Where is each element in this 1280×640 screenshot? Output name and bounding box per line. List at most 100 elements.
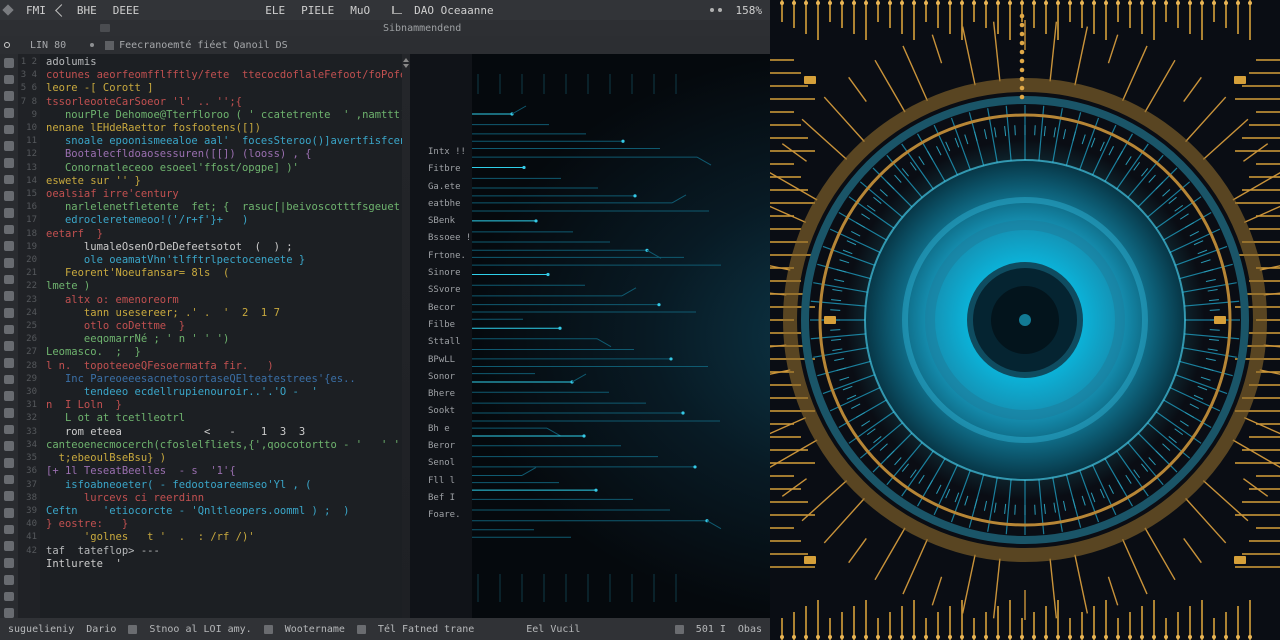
outline-item[interactable]: Sttall: [428, 334, 472, 351]
tab-icon[interactable]: [100, 24, 110, 32]
status-item[interactable]: suguelieniy: [8, 624, 74, 635]
code-line: Conornatleceoo esoeel'ffost/opgpe] )': [46, 162, 398, 175]
heart-icon[interactable]: [4, 575, 14, 585]
shield-icon[interactable]: [4, 225, 14, 235]
debug-icon[interactable]: [4, 125, 14, 135]
line-number-gutter: 1 2 3 4 5 6 7 8 9 10 11 12 13 14 15 16 1…: [18, 54, 40, 618]
code-line: eetarf }: [46, 228, 398, 241]
refresh-icon[interactable]: [4, 375, 14, 385]
window-controls[interactable]: [710, 8, 722, 12]
database-icon[interactable]: [4, 341, 14, 351]
files-icon[interactable]: [4, 75, 14, 85]
outline-item[interactable]: Fitbre: [428, 161, 472, 178]
flag-icon[interactable]: [4, 541, 14, 551]
status-item[interactable]: Tél Fatned trane: [378, 624, 474, 635]
zoom-level[interactable]: 158%: [736, 4, 763, 17]
upload-icon[interactable]: [4, 408, 14, 418]
app-icon[interactable]: [2, 4, 13, 15]
outline-item[interactable]: Sonor: [428, 369, 472, 386]
tag-icon[interactable]: [4, 308, 14, 318]
code-line: snoale epoonismeealoe aal' focesSteroo()…: [46, 135, 398, 148]
outline-item[interactable]: Beror: [428, 438, 472, 455]
bookmark-icon[interactable]: [4, 325, 14, 335]
outline-item[interactable]: Sinore: [428, 265, 472, 282]
outline-item[interactable]: Foare.: [428, 507, 472, 524]
status-item[interactable]: Stnoo al LOI amy.: [149, 624, 251, 635]
status-bar: suguelieniy Dario Stnoo al LOI amy. Woot…: [0, 618, 770, 640]
code-line: t;ebeoulBseBsu} ): [46, 452, 398, 465]
outline-item[interactable]: Intx !!: [428, 144, 472, 161]
menu-item[interactable]: ELE: [265, 4, 285, 17]
image-icon[interactable]: [4, 491, 14, 501]
chevron-left-icon[interactable]: [55, 4, 68, 17]
line-col-indicator[interactable]: LIN 80: [30, 40, 66, 51]
status-icon: [264, 625, 273, 634]
square-icon[interactable]: [4, 175, 14, 185]
outline-panel[interactable]: Intx !!FitbreGa.eteeatbheSBenkBssoee !Fr…: [410, 54, 472, 618]
play-icon[interactable]: [4, 191, 14, 201]
code-editor[interactable]: adolumiscotunes aeorfeomfflfftly/fete tt…: [40, 54, 402, 618]
lock-icon[interactable]: [4, 425, 14, 435]
user-icon[interactable]: [4, 275, 14, 285]
outline-item[interactable]: Bhere: [428, 386, 472, 403]
outline-item[interactable]: Bh e: [428, 421, 472, 438]
breadcrumb: LIN 80 Feecranoemté fiéet Qanoil DS: [0, 36, 770, 54]
status-item[interactable]: Eel Vucil: [526, 624, 580, 635]
circle-icon[interactable]: [4, 158, 14, 168]
star-icon[interactable]: [4, 558, 14, 568]
sub-label: Sibnammendend: [383, 23, 461, 34]
menu-item[interactable]: PIELE: [301, 4, 334, 17]
outline-item[interactable]: Bssoee !: [428, 230, 472, 247]
outline-item[interactable]: Frtone.: [428, 248, 472, 265]
outline-item[interactable]: Becor: [428, 300, 472, 317]
menu-item[interactable]: FMI: [26, 4, 46, 17]
menu-item[interactable]: BHE: [77, 4, 97, 17]
folder-icon[interactable]: [4, 458, 14, 468]
clock-icon[interactable]: [4, 291, 14, 301]
minimap[interactable]: [402, 54, 410, 618]
menu-icon[interactable]: [4, 58, 14, 68]
code-line: isfoabneoeter( - fedootoareemseo'Yl , (: [46, 479, 398, 492]
link-icon[interactable]: [4, 358, 14, 368]
code-line: ole oeamatVhn'tlfftrlpectoceneete }: [46, 254, 398, 267]
outline-item[interactable]: eatbhe: [428, 196, 472, 213]
menu-item[interactable]: MuO: [350, 4, 370, 17]
terminal-icon[interactable]: [4, 241, 14, 251]
key-icon[interactable]: [4, 441, 14, 451]
status-item[interactable]: Obas: [738, 624, 762, 635]
outline-item[interactable]: BPwLL: [428, 352, 472, 369]
outline-item[interactable]: Fll l: [428, 473, 472, 490]
code-line: edrocleretemeoo!('/r+f'}+ ): [46, 214, 398, 227]
pin-icon[interactable]: [4, 592, 14, 602]
file-icon: [105, 41, 114, 50]
download-icon[interactable]: [4, 391, 14, 401]
code-line: nourPle Dehomoe@Tterfloroo ( ' ccatetren…: [46, 109, 398, 122]
file-path[interactable]: Feecranoemté fiéet Qanoil DS: [119, 40, 288, 51]
record-icon[interactable]: [4, 42, 10, 48]
outline-item[interactable]: Filbe: [428, 317, 472, 334]
outline-item[interactable]: Senol: [428, 455, 472, 472]
target-icon[interactable]: [4, 608, 14, 618]
code-line: lumaleOsenOrDeDefeetsotot ( ) ;: [46, 241, 398, 254]
file-icon[interactable]: [4, 475, 14, 485]
menu-item[interactable]: DEEE: [113, 4, 140, 17]
gear-icon[interactable]: [4, 208, 14, 218]
video-icon[interactable]: [4, 508, 14, 518]
search-icon[interactable]: [4, 91, 14, 101]
status-icon: [128, 625, 137, 634]
code-line: lurcevs ci reerdinn: [46, 492, 398, 505]
outline-item[interactable]: SBenk: [428, 213, 472, 230]
bell-icon[interactable]: [4, 258, 14, 268]
branch-icon[interactable]: [4, 108, 14, 118]
extensions-icon[interactable]: [4, 141, 14, 151]
inbox-icon[interactable]: [4, 525, 14, 535]
outline-item[interactable]: SSvore: [428, 282, 472, 299]
status-item[interactable]: Dario: [86, 624, 116, 635]
preview-panel: [472, 54, 770, 618]
outline-item[interactable]: Bef I: [428, 490, 472, 507]
outline-item[interactable]: Sookt: [428, 403, 472, 420]
code-line: oealsiaf irre'century: [46, 188, 398, 201]
status-item[interactable]: Wootername: [285, 624, 345, 635]
status-item[interactable]: 501 I: [696, 624, 726, 635]
outline-item[interactable]: Ga.ete: [428, 179, 472, 196]
